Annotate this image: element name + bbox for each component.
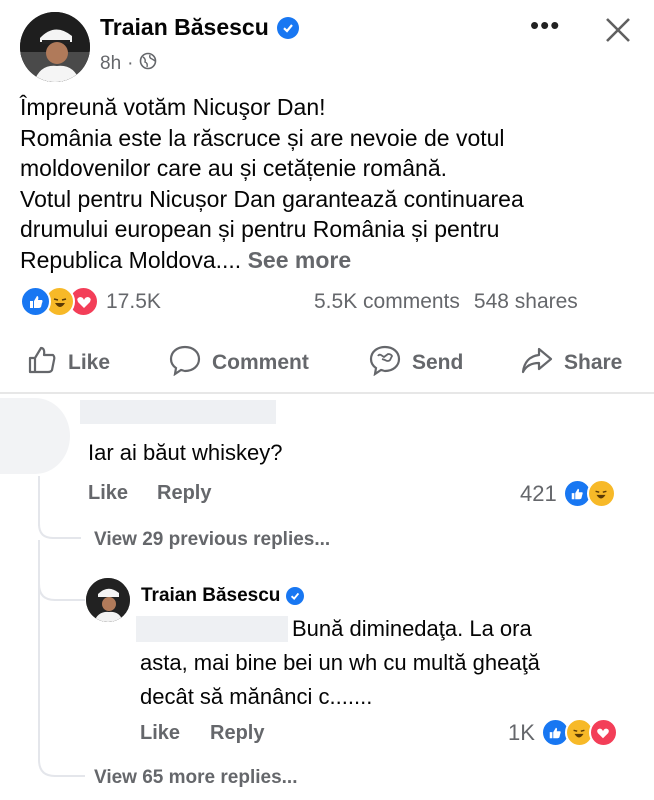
post-line: moldovenilor care au și cetățenie română… (20, 155, 448, 181)
comment-label: Comment (212, 351, 309, 374)
like-label: Like (68, 351, 111, 374)
author-avatar[interactable] (20, 12, 90, 82)
thread-connector (38, 752, 85, 777)
post-line: Votul pentru Nicușor Dan garantează cont… (20, 185, 524, 212)
view-more-replies-link[interactable]: View 65 more replies... (94, 767, 297, 789)
reply-reaction-count: 1K (508, 719, 535, 745)
send-label: Send (412, 351, 464, 374)
reply-author[interactable]: Traian Băsescu (141, 585, 305, 607)
meta-separator: · (127, 53, 134, 74)
reply-text-line: asta, mai bine bei un wh cu multă gheaţă (140, 650, 540, 675)
like-icon (26, 344, 58, 382)
shares-count[interactable]: 548 shares (474, 290, 578, 314)
post-stats: 5.5K comments 548 shares (314, 290, 578, 314)
post-line: drumului european și pentru România și p… (20, 216, 500, 242)
commenter-avatar[interactable] (0, 398, 70, 474)
love-reaction-icon (588, 718, 618, 747)
messenger-icon (368, 344, 402, 382)
globe-icon (139, 52, 157, 76)
haha-reaction-icon (586, 479, 616, 508)
reply-like-button[interactable]: Like (140, 722, 180, 745)
reaction-summary[interactable]: 17.5K (20, 286, 161, 317)
like-reaction-icon (20, 286, 51, 317)
thread-connector (38, 570, 85, 601)
section-divider (0, 392, 654, 394)
comment-text: Iar ai băut whiskey? (88, 440, 283, 465)
see-more-link[interactable]: See more (248, 247, 352, 273)
reply-text-line: Bună diminedaţa. La ora (292, 616, 532, 641)
redacted-mention (136, 616, 288, 642)
post-author[interactable]: Traian Băsescu (100, 14, 299, 41)
thread-connector (38, 512, 81, 539)
comment-reaction-count: 421 (520, 480, 557, 506)
comment-icon (168, 344, 202, 382)
comment-reactions[interactable]: 421 (520, 479, 616, 508)
comments-count[interactable]: 5.5K comments (314, 290, 460, 314)
post-line: România este la răscruce și are nevoie d… (20, 124, 505, 151)
post-body: Împreună votăm Nicuşor Dan! România este… (20, 92, 640, 275)
view-previous-replies-link[interactable]: View 29 previous replies... (94, 529, 330, 551)
author-name[interactable]: Traian Băsescu (100, 14, 269, 41)
comment-like-button[interactable]: Like (88, 482, 128, 505)
reply-author-name[interactable]: Traian Băsescu (141, 585, 280, 607)
like-button[interactable]: Like (26, 344, 110, 382)
verified-badge-icon (286, 587, 305, 605)
post-line: Împreună votăm Nicuşor Dan! (20, 94, 326, 120)
close-icon[interactable] (604, 16, 632, 44)
more-options-icon[interactable]: ••• (530, 10, 560, 41)
share-icon (520, 344, 554, 382)
post-meta: 8h · (100, 52, 157, 76)
send-button[interactable]: Send (368, 344, 463, 382)
reply-reply-button[interactable]: Reply (210, 722, 264, 745)
share-label: Share (564, 351, 623, 374)
post-time[interactable]: 8h (100, 53, 121, 75)
reply-author-avatar[interactable] (86, 578, 130, 622)
post-line: Republica Moldova.... (20, 246, 242, 273)
reaction-count: 17.5K (106, 289, 161, 313)
comment-reply-button[interactable]: Reply (157, 482, 211, 505)
redacted-commenter-name (80, 400, 276, 424)
comment-button[interactable]: Comment (168, 344, 309, 382)
reply-text-line: decât să mănânci c....... (140, 684, 373, 709)
share-button[interactable]: Share (520, 344, 622, 382)
reply-reactions[interactable]: 1K (508, 718, 618, 747)
verified-badge-icon (276, 16, 299, 39)
